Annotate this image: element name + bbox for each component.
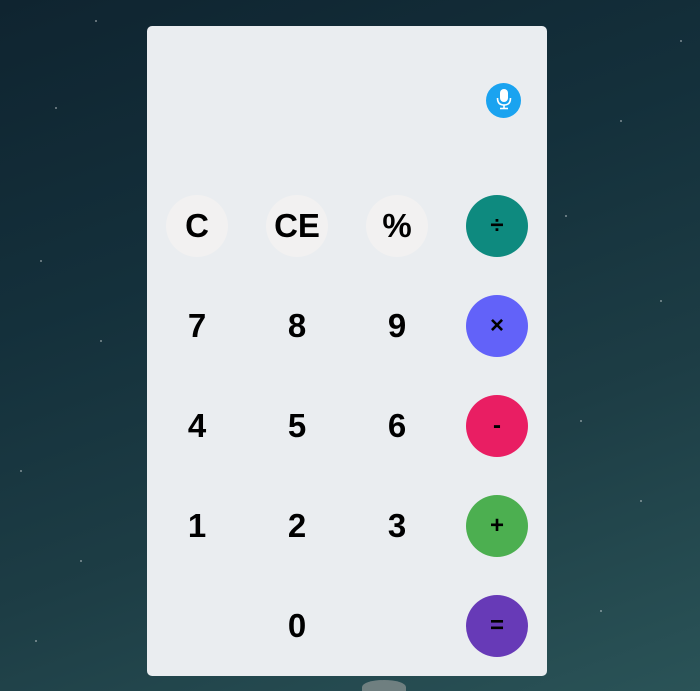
multiply-button[interactable]: × <box>466 295 528 357</box>
subtract-button[interactable]: - <box>466 395 528 457</box>
digit-6-button[interactable]: 6 <box>366 395 428 457</box>
digit-2-button[interactable]: 2 <box>266 495 328 557</box>
digit-8-button[interactable]: 8 <box>266 295 328 357</box>
add-button[interactable]: + <box>466 495 528 557</box>
digit-0-button[interactable]: 0 <box>266 595 328 657</box>
digit-1-button[interactable]: 1 <box>166 495 228 557</box>
digit-7-button[interactable]: 7 <box>166 295 228 357</box>
microphone-icon <box>496 88 512 113</box>
percent-button[interactable]: % <box>366 195 428 257</box>
clear-entry-button[interactable]: CE <box>266 195 328 257</box>
digit-3-button[interactable]: 3 <box>366 495 428 557</box>
equals-button[interactable]: = <box>466 595 528 657</box>
microphone-button[interactable] <box>486 83 521 118</box>
clear-button[interactable]: C <box>166 195 228 257</box>
digit-5-button[interactable]: 5 <box>266 395 328 457</box>
digit-9-button[interactable]: 9 <box>366 295 428 357</box>
digit-4-button[interactable]: 4 <box>166 395 228 457</box>
calculator-panel: C CE % ÷ 7 8 9 × 4 5 6 - 1 2 3 + 0 = <box>147 26 547 676</box>
background-rock <box>362 680 406 691</box>
divide-button[interactable]: ÷ <box>466 195 528 257</box>
